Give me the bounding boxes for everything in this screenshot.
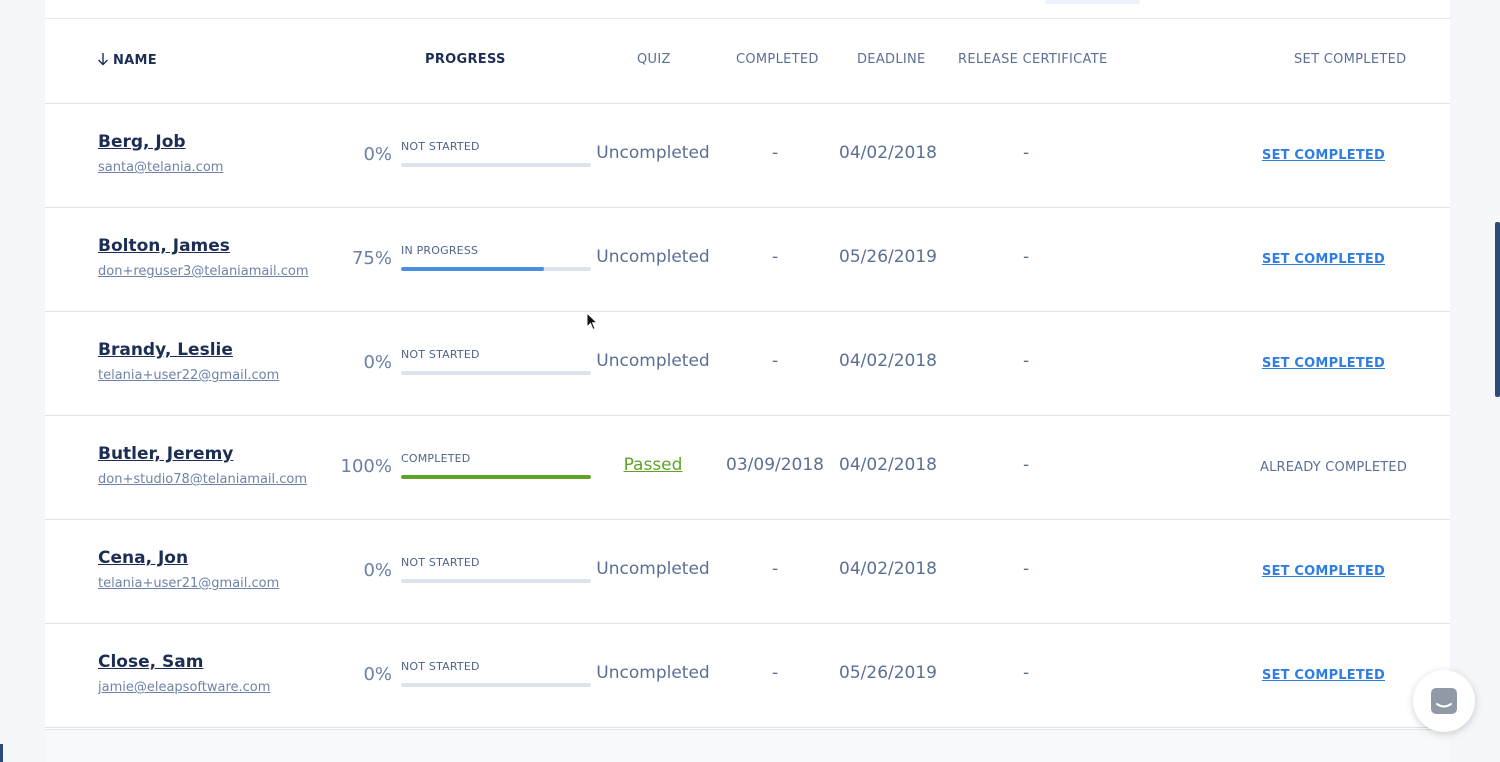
learner-email-link[interactable]: don+studio78@telaniamail.com <box>98 472 307 487</box>
learner-name-link[interactable]: Butler, Jeremy <box>98 444 233 464</box>
completed-date-text: - <box>771 143 779 163</box>
learner-email-link[interactable]: santa@telania.com <box>98 160 223 175</box>
enrollment-table-card: NAME PROGRESS QUIZ COMPLETED DEADLINE RE… <box>45 0 1450 762</box>
quiz-status-text: Uncompleted <box>596 351 710 371</box>
progress-bar <box>401 267 591 271</box>
completed-date-text: - <box>771 351 779 371</box>
set-completed-button[interactable]: SET COMPLETED <box>1262 252 1385 267</box>
learner-name-link[interactable]: Close, Sam <box>98 652 203 672</box>
already-completed-label: ALREADY COMPLETED <box>1260 460 1408 475</box>
progress-percent: 0% <box>363 664 392 685</box>
progress-percent: 75% <box>351 248 392 269</box>
progress-bar <box>401 371 591 375</box>
table-row: Close, Sam jamie@eleapsoftware.com 0% NOT S… <box>45 624 1450 728</box>
progress-percent: 0% <box>363 560 392 581</box>
deadline-date-text: 04/02/2018 <box>839 455 937 475</box>
learner-email-link[interactable]: jamie@eleapsoftware.com <box>98 680 270 695</box>
quiz-passed-link[interactable]: Passed <box>624 455 683 475</box>
progress-bar <box>401 683 591 687</box>
progress-bar-fill <box>401 475 591 479</box>
header-release-certificate[interactable]: RELEASE CERTIFICATE <box>958 52 1107 67</box>
table-header: NAME PROGRESS QUIZ COMPLETED DEADLINE RE… <box>45 0 1450 104</box>
set-completed-button[interactable]: SET COMPLETED <box>1262 564 1385 579</box>
table-row: Berg, Job santa@telania.com 0% NOT STARTED U… <box>45 104 1450 208</box>
header-progress[interactable]: PROGRESS <box>425 52 506 67</box>
arrow-down-icon <box>98 53 108 66</box>
progress-percent: 0% <box>363 144 392 165</box>
header-deadline[interactable]: DEADLINE <box>857 52 926 67</box>
release-certificate-text: - <box>1022 143 1030 163</box>
scrollbar-thumb[interactable] <box>1495 222 1500 397</box>
release-certificate-text: - <box>1022 559 1030 579</box>
progress-status: NOT STARTED <box>401 140 480 153</box>
learner-name-link[interactable]: Berg, Job <box>98 132 186 152</box>
progress-status: NOT STARTED <box>401 348 480 361</box>
set-completed-button[interactable]: SET COMPLETED <box>1262 356 1385 371</box>
table-row: Cena, Jon telania+user21@gmail.com 0% NOT S… <box>45 520 1450 624</box>
learner-name-link[interactable]: Cena, Jon <box>98 548 188 568</box>
learner-email-link[interactable]: telania+user21@gmail.com <box>98 576 279 591</box>
progress-bar <box>401 579 591 583</box>
quiz-status-text: Uncompleted <box>596 143 710 163</box>
header-set-completed: SET COMPLETED <box>1294 52 1407 67</box>
learner-name-link[interactable]: Brandy, Leslie <box>98 340 233 360</box>
deadline-date-text: 04/02/2018 <box>839 351 937 371</box>
quiz-status-text: Uncompleted <box>596 663 710 683</box>
chat-icon <box>1431 688 1457 714</box>
progress-status: NOT STARTED <box>401 660 480 673</box>
learner-name-link[interactable]: Bolton, James <box>98 236 230 256</box>
left-edge-indicator <box>0 744 3 762</box>
learner-email-link[interactable]: telania+user22@gmail.com <box>98 368 279 383</box>
deadline-date-text: 05/26/2019 <box>839 663 937 683</box>
table-row: Butler, Jeremy don+studio78@telaniamail.c… <box>45 416 1450 520</box>
table-row: Brandy, Leslie telania+user22@gmail.com 0%… <box>45 312 1450 416</box>
header-completed[interactable]: COMPLETED <box>736 52 819 67</box>
table-row: Bolton, James don+reguser3@telaniamail.co… <box>45 208 1450 312</box>
progress-bar-fill <box>401 267 544 271</box>
header-name-label: NAME <box>113 53 157 68</box>
completed-date-text: 03/09/2018 <box>726 455 824 475</box>
progress-bar <box>401 475 591 479</box>
set-completed-button[interactable]: SET COMPLETED <box>1262 668 1385 683</box>
release-certificate-text: - <box>1022 351 1030 371</box>
set-completed-button[interactable]: SET COMPLETED <box>1262 148 1385 163</box>
completed-date-text: - <box>771 247 779 267</box>
chat-button[interactable] <box>1413 670 1475 732</box>
deadline-date-text: 04/02/2018 <box>839 143 937 163</box>
learner-email-link[interactable]: don+reguser3@telaniamail.com <box>98 264 309 279</box>
deadline-date-text: 04/02/2018 <box>839 559 937 579</box>
header-name-sort[interactable]: NAME <box>97 52 157 68</box>
completed-date-text: - <box>771 559 779 579</box>
release-certificate-text: - <box>1022 455 1030 475</box>
quiz-status-text: Uncompleted <box>596 559 710 579</box>
progress-percent: 100% <box>340 456 392 477</box>
progress-percent: 0% <box>363 352 392 373</box>
quiz-status-text: Uncompleted <box>596 247 710 267</box>
release-certificate-text: - <box>1022 663 1030 683</box>
header-quiz[interactable]: QUIZ <box>637 52 671 67</box>
completed-date-text: - <box>771 663 779 683</box>
table-row-partial <box>45 729 1450 762</box>
progress-bar <box>401 163 591 167</box>
progress-status: NOT STARTED <box>401 556 480 569</box>
progress-status: IN PROGRESS <box>401 244 479 257</box>
release-certificate-text: - <box>1022 247 1030 267</box>
progress-status: COMPLETED <box>401 452 471 465</box>
deadline-date-text: 05/26/2019 <box>839 247 937 267</box>
mouse-cursor-icon <box>586 312 598 331</box>
